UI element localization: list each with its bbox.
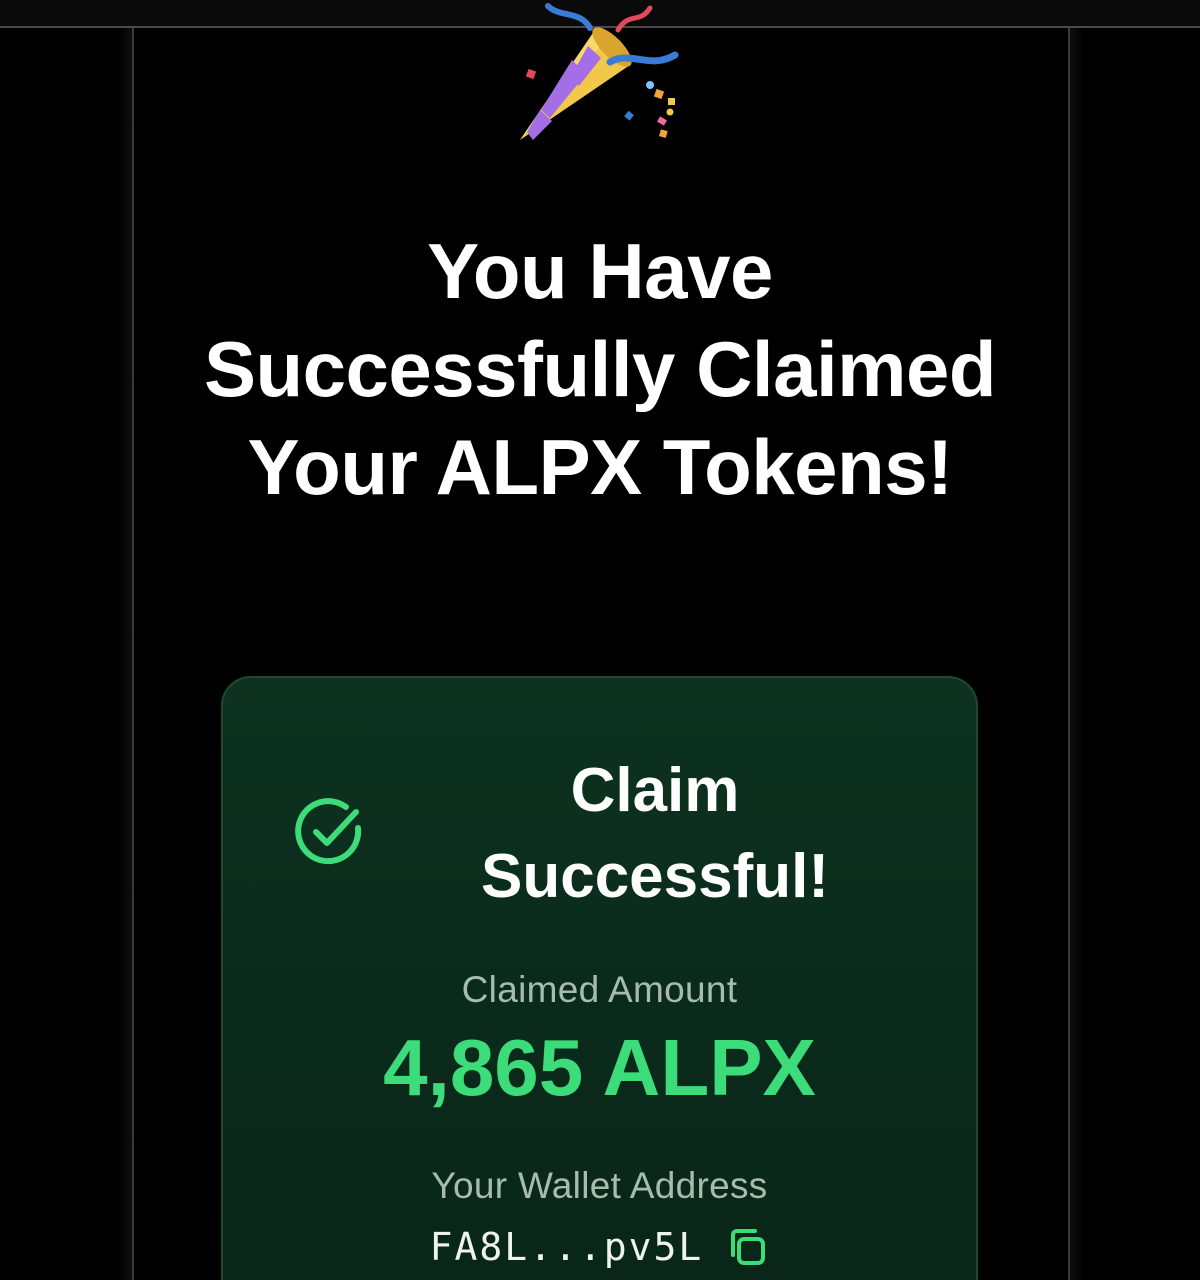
claimed-amount-value: 4,865 ALPX	[383, 1023, 816, 1112]
panel-edge-right	[1070, 28, 1084, 1280]
wallet-address-value: FA8L...pv5L	[429, 1225, 704, 1269]
claimed-amount-label: Claimed Amount	[461, 969, 738, 1010]
page-title: You Have Successfully Claimed Your ALPX …	[203, 227, 997, 511]
panel-edge-left	[118, 28, 132, 1280]
card-title: Claim Successful!	[480, 756, 830, 911]
wallet-address-row: FA8L...pv5L	[221, 1222, 978, 1272]
party-popper-icon	[520, 3, 679, 140]
check-circle-icon	[295, 798, 362, 865]
copy-icon[interactable]	[725, 1225, 769, 1269]
wallet-address-label: Your Wallet Address	[431, 1165, 768, 1206]
app-viewport: You Have Successfully Claimed Your ALPX …	[0, 0, 1200, 1280]
